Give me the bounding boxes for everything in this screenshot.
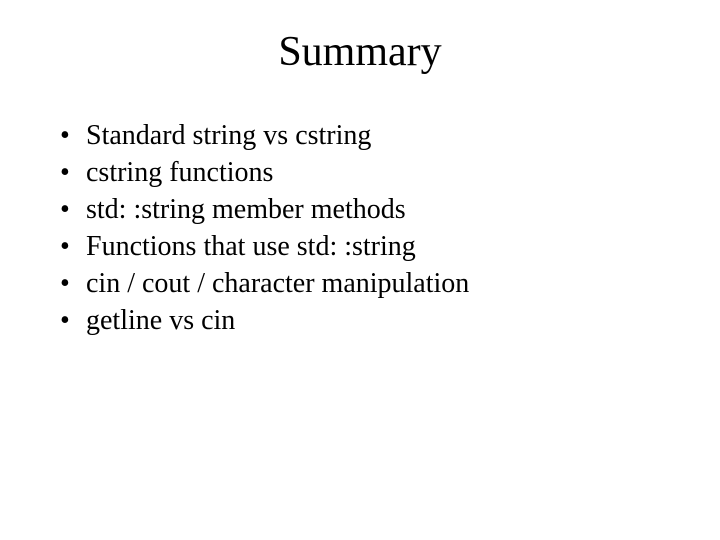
list-item-text: getline vs cin	[86, 303, 670, 338]
list-item-text: std: :string member methods	[86, 192, 670, 227]
list-item: • std: :string member methods	[58, 192, 670, 227]
list-item: • Standard string vs cstring	[58, 118, 670, 153]
list-item-text: cstring functions	[86, 155, 670, 190]
list-item: • cstring functions	[58, 155, 670, 190]
list-item-text: Functions that use std: :string	[86, 229, 670, 264]
bullet-icon: •	[58, 155, 86, 190]
bullet-icon: •	[58, 118, 86, 153]
list-item: • getline vs cin	[58, 303, 670, 338]
list-item: • cin / cout / character manipulation	[58, 266, 670, 301]
slide-title: Summary	[50, 28, 670, 76]
bullet-icon: •	[58, 303, 86, 338]
slide: Summary • Standard string vs cstring • c…	[0, 0, 720, 540]
bullet-icon: •	[58, 229, 86, 264]
list-item-text: cin / cout / character manipulation	[86, 266, 670, 301]
bullet-list: • Standard string vs cstring • cstring f…	[50, 118, 670, 338]
list-item-text: Standard string vs cstring	[86, 118, 670, 153]
bullet-icon: •	[58, 266, 86, 301]
list-item: • Functions that use std: :string	[58, 229, 670, 264]
bullet-icon: •	[58, 192, 86, 227]
